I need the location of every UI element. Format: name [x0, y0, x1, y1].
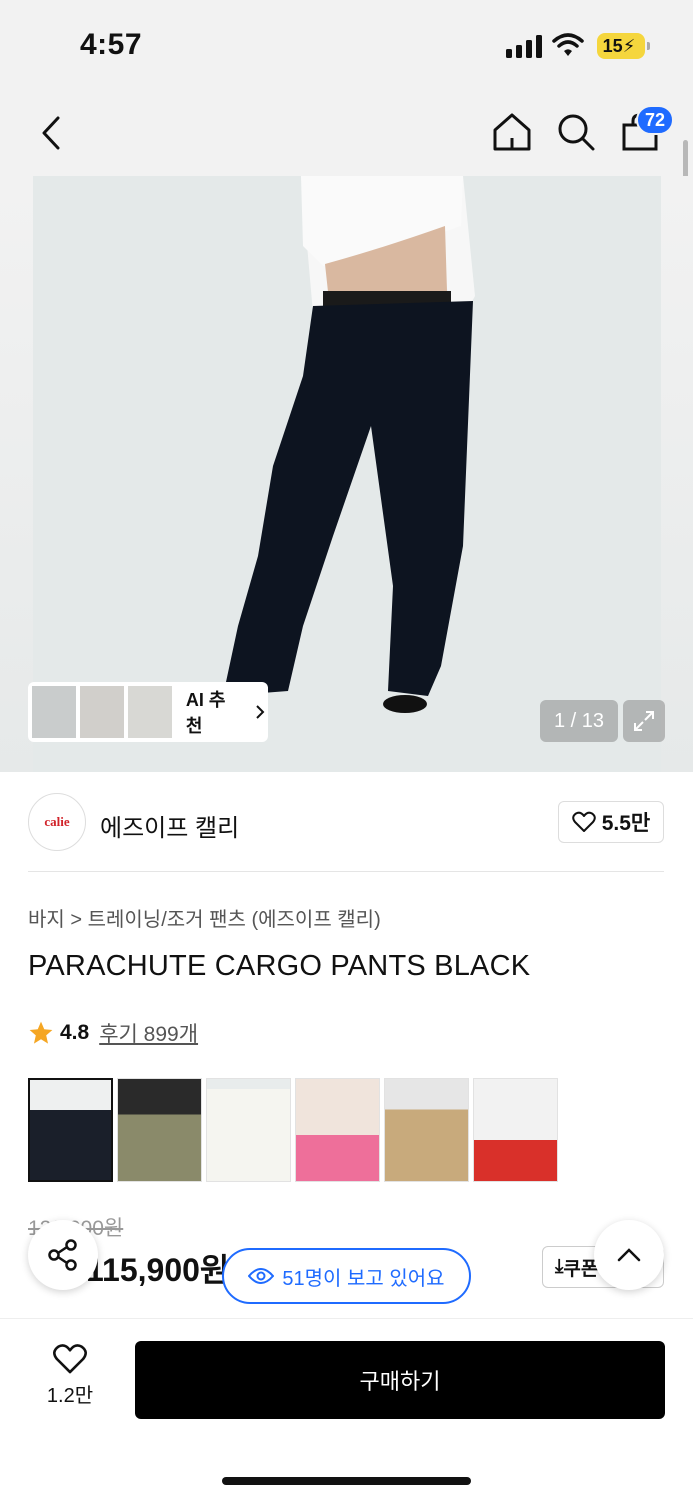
ai-thumb-3[interactable]	[127, 686, 172, 738]
live-viewers-pill: 51명이 보고 있어요	[222, 1248, 471, 1304]
wifi-icon	[552, 33, 584, 56]
back-arrow-icon[interactable]	[34, 112, 68, 154]
ai-thumb-2[interactable]	[79, 686, 124, 738]
status-bar: 4:57 15 ⚡	[0, 0, 693, 90]
status-time: 4:57	[80, 28, 143, 61]
brand-logo[interactable]: calie	[28, 793, 86, 851]
star-icon	[29, 1021, 53, 1044]
product-title: PARACHUTE CARGO PANTS BLACK	[28, 950, 531, 982]
charging-bolt-icon: ⚡	[622, 35, 636, 56]
wishlist-button[interactable]: 1.2만	[28, 1343, 112, 1415]
live-viewers-text: 51명이 보고 있어요	[282, 1267, 445, 1290]
search-icon[interactable]	[554, 110, 598, 154]
download-icon: ⤓	[555, 1256, 564, 1277]
buy-button[interactable]: 구매하기	[135, 1341, 665, 1419]
variant-thumb-beige[interactable]	[384, 1078, 469, 1182]
home-icon[interactable]	[490, 110, 534, 154]
scroll-to-top-button[interactable]	[594, 1220, 664, 1290]
rating-score: 4.8	[60, 1021, 90, 1044]
variant-thumb-khaki[interactable]	[117, 1078, 202, 1182]
ai-recommend-label: AI 추천	[185, 690, 226, 736]
wishlist-count: 1.2만	[46, 1385, 94, 1407]
variant-thumb-white[interactable]	[206, 1078, 291, 1182]
reviews-link[interactable]: 후기 899개	[99, 1018, 198, 1048]
share-button[interactable]	[28, 1220, 98, 1290]
category-breadcrumb[interactable]: 바지 > 트레이닝/조거 팬츠 (에즈이프 캘리)	[28, 903, 381, 932]
heart-icon	[571, 811, 596, 832]
rating-row[interactable]: 4.8 후기 899개	[28, 1018, 198, 1048]
image-counter: 1 / 13	[540, 700, 618, 742]
top-navigation	[0, 90, 693, 176]
share-icon	[48, 1239, 77, 1271]
chevron-right-icon	[256, 705, 265, 719]
ai-thumb-1[interactable]	[32, 686, 76, 738]
brand-like-count: 5.5만	[601, 812, 651, 835]
fullscreen-button[interactable]	[623, 700, 665, 742]
home-indicator[interactable]	[222, 1477, 471, 1485]
brand-name[interactable]: 에즈이프 캘리	[100, 808, 239, 843]
chevron-up-icon	[617, 1248, 641, 1262]
variant-thumb-red[interactable]	[473, 1078, 558, 1182]
cart-count-badge: 72	[636, 105, 674, 135]
divider	[28, 871, 664, 872]
variant-thumb-black[interactable]	[28, 1078, 113, 1182]
cellular-signal-icon	[506, 34, 542, 58]
ai-recommend-card[interactable]: AI 추천	[28, 682, 268, 742]
battery-level: 15	[602, 35, 623, 56]
brand-row[interactable]: calie 에즈이프 캘리 5.5만	[0, 772, 693, 872]
eye-icon	[248, 1268, 275, 1284]
brand-like-button[interactable]: 5.5만	[558, 801, 664, 843]
battery-indicator: 15 ⚡	[597, 33, 650, 59]
color-variants	[28, 1078, 558, 1182]
variant-thumb-pink[interactable]	[295, 1078, 380, 1182]
expand-icon	[634, 711, 654, 731]
sale-price: 115,900원	[86, 1252, 230, 1288]
bottom-purchase-bar: 1.2만 구매하기	[0, 1318, 693, 1500]
heart-icon	[53, 1344, 87, 1374]
